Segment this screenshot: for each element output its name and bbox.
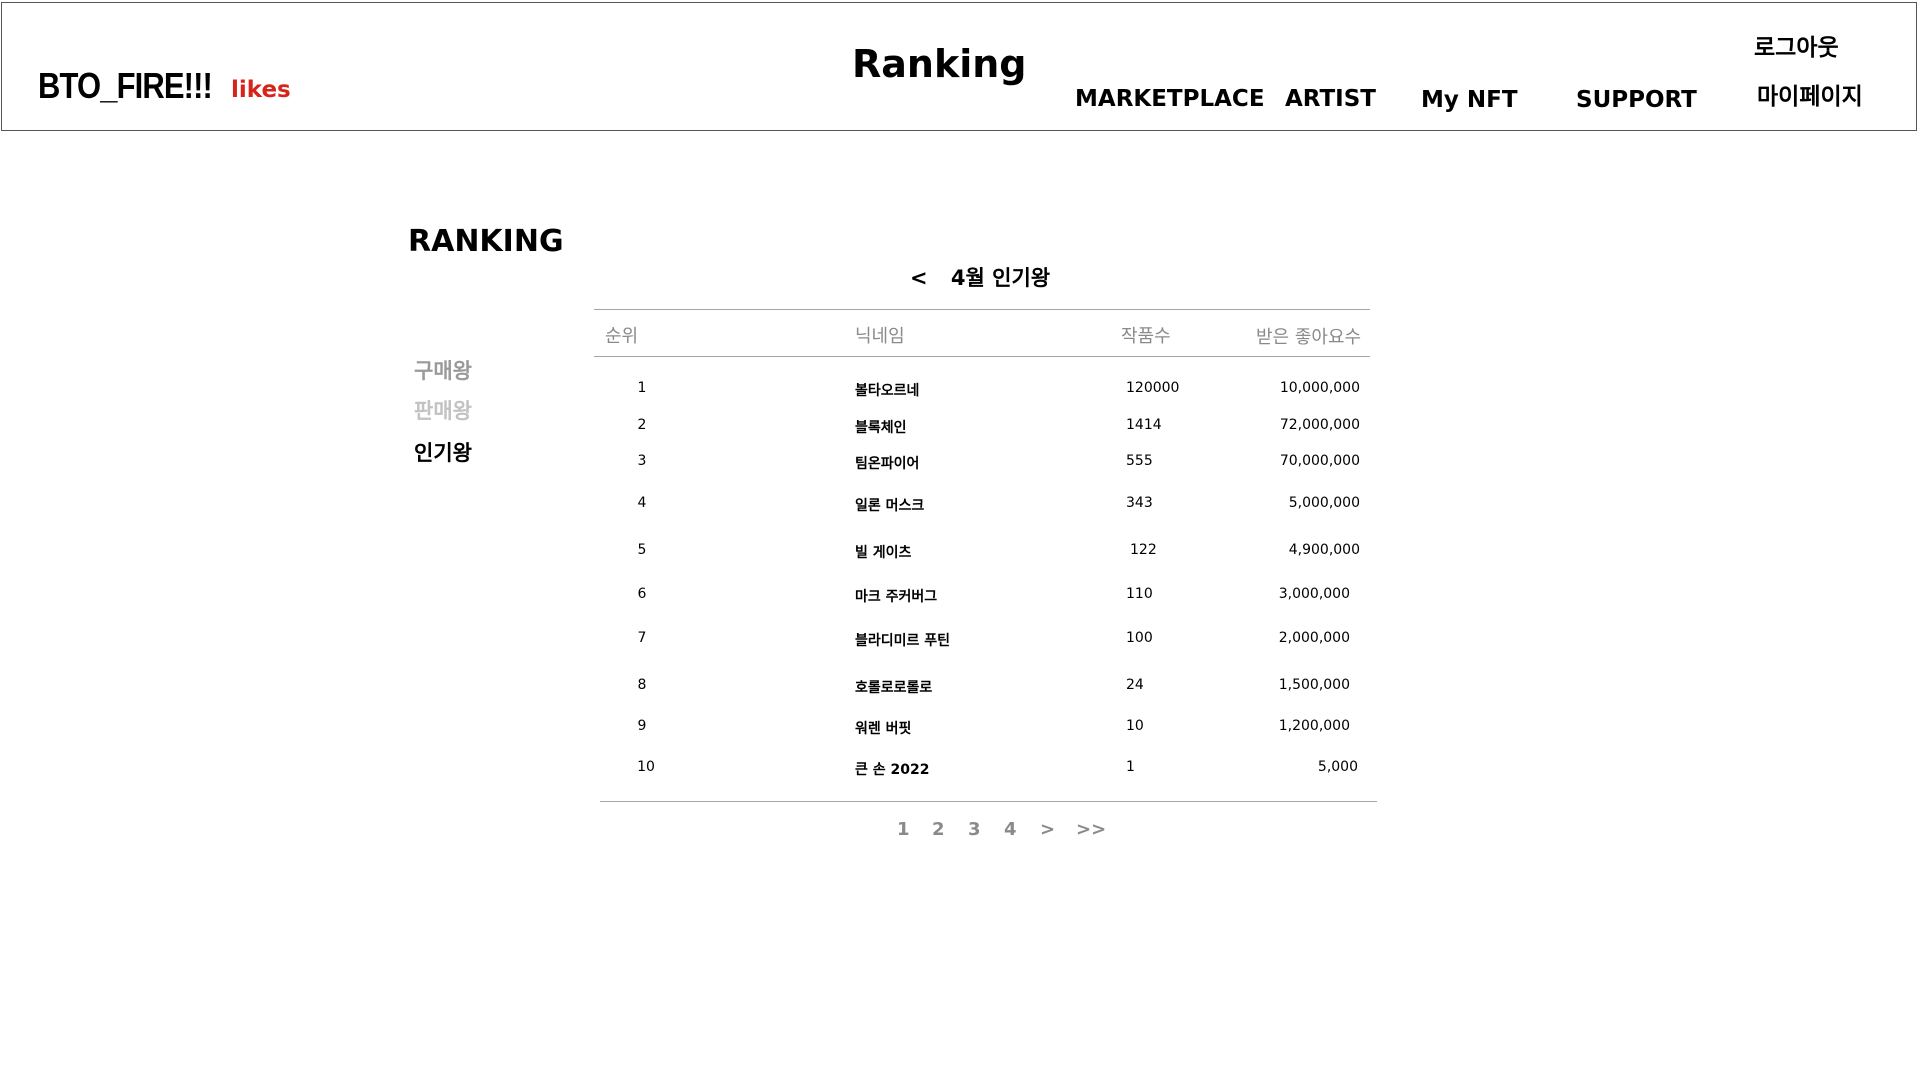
table-row: 4 일론 머스크 343 5,000,000 [0,495,1920,519]
works-cell: 110 [1126,586,1153,602]
previous-period-button[interactable]: < [910,266,928,290]
likes-cell: 4,900,000 [1288,542,1360,558]
logout-link[interactable]: 로그아웃 [1754,28,1839,62]
rank-cell: 7 [637,630,647,646]
likes-cell: 10,000,000 [1279,380,1360,396]
rank-cell: 8 [637,677,647,693]
table-top-divider [594,309,1370,310]
rank-cell: 10 [637,759,655,775]
works-cell: 122 [1130,542,1157,558]
table-header-divider [594,356,1370,357]
page-4-button[interactable]: 4 [1004,819,1017,840]
table-row: 2 블록체인 1414 72,000,000 [0,417,1920,441]
nav-marketplace[interactable]: MARKETPLACE [1075,86,1265,112]
page-2-button[interactable]: 2 [932,819,945,840]
likes-cell: 1,500,000 [1278,677,1350,693]
nickname-cell: 워렌 버핏 [855,721,912,737]
brand-logo[interactable]: BTO_FIRE!!! [38,65,213,107]
works-cell: 343 [1126,495,1153,511]
table-row: 3 팀온파이어 555 70,000,000 [0,453,1920,477]
nav-support[interactable]: SUPPORT [1576,87,1697,113]
table-row: 1 볼타오르네 120000 10,000,000 [0,380,1920,404]
works-cell: 100 [1126,630,1153,646]
section-title: RANKING [408,224,564,259]
nav-my-nft[interactable]: My NFT [1421,87,1518,113]
works-cell: 555 [1126,453,1153,469]
table-bottom-divider [600,801,1377,802]
rank-cell: 3 [637,453,647,469]
nickname-cell: 일론 머스크 [855,498,925,514]
nickname-cell: 팀온파이어 [855,456,920,472]
nickname-cell: 볼타오르네 [855,383,920,399]
column-header-nickname: 닉네임 [855,326,905,347]
column-header-rank: 순위 [605,326,639,347]
likes-cell: 5,000,000 [1288,495,1360,511]
page-title: Ranking [852,42,1027,86]
period-label: 4월 인기왕 [950,266,1051,290]
likes-cell: 70,000,000 [1279,453,1360,469]
last-page-button[interactable]: >> [1076,819,1106,840]
page-3-button[interactable]: 3 [968,819,981,840]
nickname-cell: 호롤로로롤로 [855,680,933,696]
table-row: 6 마크 주커버그 110 3,000,000 [0,586,1920,610]
rank-cell: 4 [637,495,647,511]
likes-cell: 3,000,000 [1278,586,1350,602]
table-row: 9 워렌 버핏 10 1,200,000 [0,718,1920,742]
likes-cell: 72,000,000 [1279,417,1360,433]
likes-cell: 1,200,000 [1278,718,1350,734]
column-header-likes: 받은 좋아요수 [1256,327,1362,348]
rank-cell: 9 [637,718,647,734]
rank-cell: 1 [637,380,647,396]
table-row: 8 호롤로로롤로 24 1,500,000 [0,677,1920,701]
works-cell: 24 [1126,677,1144,693]
works-cell: 120000 [1126,380,1180,396]
rank-cell: 5 [637,542,647,558]
likes-link[interactable]: likes [231,77,291,103]
works-cell: 10 [1126,718,1144,734]
next-page-button[interactable]: > [1040,819,1055,840]
table-row: 7 블라디미르 푸틴 100 2,000,000 [0,630,1920,654]
works-cell: 1414 [1126,417,1162,433]
rank-cell: 6 [637,586,647,602]
table-row: 5 빌 게이츠 122 4,900,000 [0,542,1920,566]
period-selector: < 4월 인기왕 [910,262,1050,292]
ranking-page: BTO_FIRE!!! likes Ranking MARKETPLACE AR… [0,0,1920,1080]
works-cell: 1 [1126,759,1135,775]
page-1-button[interactable]: 1 [897,819,910,840]
likes-cell: 2,000,000 [1278,630,1350,646]
nickname-cell: 마크 주커버그 [855,589,938,605]
nav-artist[interactable]: ARTIST [1285,86,1376,112]
mypage-link[interactable]: 마이페이지 [1757,77,1863,111]
nickname-cell: 빌 게이츠 [855,545,912,561]
nickname-cell: 블라디미르 푸틴 [855,633,951,649]
likes-cell: 5,000 [1317,759,1358,775]
nickname-cell: 큰 손 2022 [855,762,930,778]
rank-cell: 2 [637,417,647,433]
nickname-cell: 블록체인 [855,420,907,436]
table-row: 10 큰 손 2022 1 5,000 [0,759,1920,783]
column-header-works: 작품수 [1121,326,1171,347]
